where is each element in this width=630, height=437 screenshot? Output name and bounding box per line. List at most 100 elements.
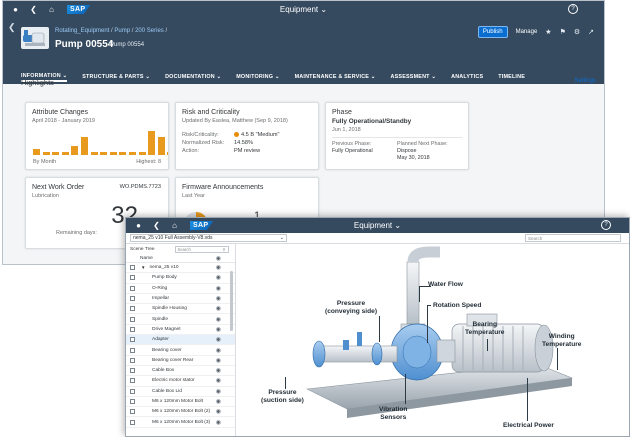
help-icon[interactable]: ? (568, 4, 578, 14)
scene-tree-search-input[interactable]: Search ⚲ (174, 245, 229, 253)
nav-assessment[interactable]: ASSESSMENT ⌄ (391, 74, 437, 80)
nav-analytics[interactable]: ANALYTICS (451, 74, 483, 80)
visibility-eye-icon[interactable]: ◉ (216, 357, 221, 364)
tree-node[interactable]: M6 x 120mm Motor Bolt (3) ◉ (126, 417, 235, 428)
tree-node[interactable]: M6 x 120mm Motor Bolt ◉ (126, 397, 235, 408)
tree-root-node[interactable]: ▼ nema_25 v10 ◉ (126, 263, 235, 274)
app-title-menu[interactable]: Equipment ⌄ (354, 221, 401, 230)
rotation-speed-label[interactable]: Rotation Speed (433, 302, 481, 310)
checkbox[interactable] (130, 337, 135, 343)
manage-button[interactable]: Manage (516, 29, 538, 35)
scene-tree-scrollbar[interactable] (230, 271, 233, 331)
checkbox[interactable] (130, 378, 135, 384)
tree-node[interactable]: Spindle ◉ (126, 314, 235, 325)
work-order-type: Lubrication (32, 193, 59, 199)
pressure-suction-label[interactable]: Pressure (suction side) (261, 389, 304, 404)
visibility-eye-icon[interactable]: ◉ (216, 377, 221, 384)
electrical-power-label[interactable]: Electrical Power (503, 422, 554, 430)
share-icon[interactable]: ↗ (588, 28, 594, 36)
caret-down-icon[interactable]: ▼ (141, 265, 145, 270)
model-select[interactable]: nema_25 v10 Full Assembly-V8.vds ⌄ (130, 234, 287, 242)
checkbox[interactable] (130, 399, 135, 404)
checkbox[interactable] (130, 357, 135, 363)
3d-viewer[interactable]: Water Flow Pressure (conveying side) Rot… (237, 244, 629, 436)
follow-icon[interactable]: ⚑ (560, 28, 566, 36)
tree-node[interactable]: M6 x 120mm Motor Bolt (2) ◉ (126, 407, 235, 418)
breadcrumb-link-1[interactable]: Rotating_Equipment (55, 28, 109, 34)
tree-node[interactable]: Impellar ◉ (126, 294, 235, 305)
visibility-eye-icon[interactable]: ◉ (216, 264, 221, 271)
back-icon[interactable]: ❮ (152, 221, 161, 230)
checkbox[interactable] (130, 409, 135, 415)
visibility-eye-icon[interactable]: ◉ (216, 285, 221, 292)
checkbox[interactable] (130, 265, 135, 271)
checkbox[interactable] (130, 347, 135, 353)
tree-node[interactable]: Pump Body ◉ (126, 273, 235, 284)
visibility-eye-icon[interactable]: ◉ (216, 255, 221, 262)
app-title-menu[interactable]: Equipment ⌄ (280, 5, 327, 14)
publish-button[interactable]: Publish (477, 26, 508, 38)
visibility-eye-icon[interactable]: ◉ (216, 408, 221, 415)
visibility-eye-icon[interactable]: ◉ (216, 336, 221, 343)
visibility-eye-icon[interactable]: ◉ (216, 419, 221, 426)
nav-monitoring[interactable]: MONITORING ⌄ (236, 74, 279, 80)
tree-node[interactable]: Bearing cover Rear ◉ (126, 356, 235, 366)
visibility-eye-icon[interactable]: ◉ (216, 347, 221, 354)
checkbox[interactable] (130, 296, 135, 302)
tree-node[interactable]: O-Ring ◉ (126, 284, 235, 294)
checkbox[interactable] (130, 388, 135, 394)
visibility-eye-icon[interactable]: ◉ (216, 274, 221, 281)
sap-logo[interactable]: SAP (67, 5, 91, 14)
back-icon[interactable]: ❮ (29, 5, 38, 14)
visibility-eye-icon[interactable]: ◉ (216, 295, 221, 302)
phase-card[interactable]: Phase Fully Operational/Standby Jun 1, 2… (325, 102, 469, 170)
sap-logo[interactable]: SAP (190, 221, 214, 230)
checkbox[interactable] (130, 275, 135, 281)
collapse-icon[interactable]: ❮ (8, 22, 16, 33)
tree-node[interactable]: Spindle Housing ◉ (126, 304, 235, 315)
risk-criticality-card[interactable]: Risk and Criticality Updated By Easlea, … (175, 102, 319, 170)
visibility-eye-icon[interactable]: ◉ (216, 388, 221, 395)
user-icon[interactable]: ● (134, 221, 143, 230)
attribute-changes-card[interactable]: Attribute Changes April 2018 - January 2… (25, 102, 169, 170)
home-icon[interactable]: ⌂ (170, 221, 179, 230)
visibility-eye-icon[interactable]: ◉ (216, 305, 221, 312)
tree-node[interactable]: Bearing cover ◉ (126, 345, 235, 356)
user-icon[interactable]: ● (11, 5, 20, 14)
visibility-eye-icon[interactable]: ◉ (216, 326, 221, 333)
risk-updated: Updated By Easlea, Matthew (Sep 9, 2018) (182, 118, 288, 124)
nav-documentation[interactable]: DOCUMENTATION ⌄ (165, 74, 221, 80)
visibility-eye-icon[interactable]: ◉ (216, 367, 221, 374)
tree-node[interactable]: Drive Magnet ◉ (126, 325, 235, 336)
visibility-eye-icon[interactable]: ◉ (216, 398, 221, 405)
checkbox[interactable] (130, 419, 135, 425)
tree-node[interactable]: Cable Box Lid ◉ (126, 387, 235, 397)
visibility-eye-icon[interactable]: ◉ (216, 316, 221, 323)
home-icon[interactable]: ⌂ (47, 5, 56, 14)
tree-node[interactable]: Adapter ◉ (126, 335, 235, 346)
viewer-search-input[interactable]: Search (525, 234, 621, 242)
settings-link[interactable]: Settings (574, 78, 596, 84)
work-order-id[interactable]: WO.PDMS.7723 (120, 184, 161, 190)
water-flow-label[interactable]: Water Flow (428, 281, 463, 289)
breadcrumb-link-2[interactable]: Pump (114, 28, 130, 34)
tree-node[interactable]: Cable Box ◉ (126, 366, 235, 377)
tree-node[interactable]: Electric motor stator ◉ (126, 376, 235, 387)
nav-timeline[interactable]: TIMELINE (498, 74, 525, 80)
winding-temperature-label[interactable]: Winding Temperature (542, 333, 581, 348)
help-icon[interactable]: ? (601, 220, 611, 230)
pressure-conveying-label[interactable]: Pressure (conveying side) (325, 300, 377, 315)
settings-gear-icon[interactable]: ⚙ (574, 28, 580, 36)
checkbox[interactable] (130, 316, 135, 322)
nav-maintenance[interactable]: MAINTENANCE & SERVICE ⌄ (295, 74, 376, 80)
breadcrumb-link-3[interactable]: 200 Series (135, 28, 164, 34)
favorite-star-icon[interactable]: ★ (545, 28, 551, 36)
checkbox[interactable] (130, 368, 135, 374)
bearing-temperature-label[interactable]: Bearing Temperature (465, 321, 504, 336)
checkbox[interactable] (130, 326, 135, 332)
nav-structure[interactable]: STRUCTURE & PARTS ⌄ (82, 74, 150, 80)
checkbox[interactable] (130, 306, 135, 312)
checkbox[interactable] (130, 285, 135, 291)
nav-label: MAINTENANCE & SERVICE (294, 74, 370, 80)
vibration-sensors-label[interactable]: Vibration Sensors (379, 406, 407, 421)
